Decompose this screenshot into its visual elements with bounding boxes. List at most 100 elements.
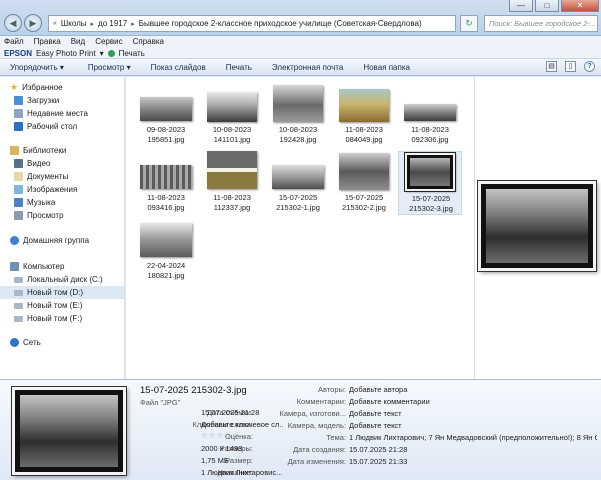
file-name-line: 093416.jpg bbox=[147, 203, 185, 212]
file-name-line: 15-07-2025 bbox=[278, 193, 318, 202]
detail-label: Комментарии: bbox=[296, 397, 346, 406]
nav-label: Просмотр bbox=[27, 211, 64, 220]
network-icon bbox=[10, 338, 19, 347]
command-bar: Упорядочить ▾ Просмотр ▾ Показ слайдов П… bbox=[0, 59, 601, 76]
nav-label: Изображения bbox=[27, 185, 78, 194]
file-item[interactable]: 11-08-2023 092306.jpg bbox=[398, 83, 462, 147]
file-item[interactable]: 11-08-2023 084049.jpg bbox=[332, 83, 396, 147]
comments-field[interactable]: Добавьте комментарии bbox=[349, 397, 459, 406]
menu-edit[interactable]: Правка bbox=[34, 36, 61, 48]
menu-view[interactable]: Вид bbox=[71, 36, 85, 48]
rating-stars[interactable]: ☆☆☆☆☆ bbox=[201, 431, 261, 440]
nav-music[interactable]: Музыка bbox=[0, 196, 124, 209]
maximize-button[interactable]: □ bbox=[535, 0, 559, 12]
file-item[interactable]: 22-04-2024 180821.jpg bbox=[134, 219, 198, 283]
file-item[interactable]: 15-07-2025 215302-1.jpg bbox=[266, 151, 330, 215]
easy-photo-print-button[interactable]: Easy Photo Print bbox=[36, 49, 96, 58]
print-button[interactable]: Печать bbox=[216, 59, 262, 76]
preview-pane bbox=[474, 77, 601, 379]
view-options-icon[interactable]: ▤ bbox=[546, 61, 557, 72]
help-icon[interactable]: ? bbox=[584, 61, 595, 72]
menu-file[interactable]: Файл bbox=[4, 36, 24, 48]
menu-tools[interactable]: Сервис bbox=[95, 36, 122, 48]
star-icon: ★ bbox=[10, 82, 19, 92]
nav-drive-f[interactable]: Новый том (F:) bbox=[0, 312, 124, 325]
file-name-line: 10-08-2023 bbox=[278, 125, 318, 134]
folder-chevron-icon[interactable]: « bbox=[53, 20, 57, 27]
nav-label: Новый том (F:) bbox=[27, 314, 83, 323]
subject-field[interactable]: 1 Людвик Лихтарович; 7 Ян Медвадовский (… bbox=[349, 433, 597, 442]
nav-drive-c[interactable]: Локальный диск (C:) bbox=[0, 273, 124, 286]
nav-favorites[interactable]: ★ Избранное bbox=[0, 81, 124, 94]
title-field[interactable]: 1 Людвик Лихтаровиc... bbox=[201, 468, 283, 477]
back-arrow-icon[interactable]: ◀ bbox=[4, 14, 22, 32]
recent-places-icon bbox=[14, 109, 23, 118]
file-name-line: 11-08-2023 bbox=[411, 125, 449, 134]
forward-arrow-icon[interactable]: ▶ bbox=[24, 14, 42, 32]
nav-drive-d[interactable]: Новый том (D:) bbox=[0, 286, 124, 299]
desktop-icon bbox=[14, 122, 23, 131]
minimize-button[interactable]: — bbox=[509, 0, 533, 12]
nav-libraries[interactable]: Библиотеки bbox=[0, 144, 124, 157]
breadcrumb-item[interactable]: Бывшее городское 2-классное приходское у… bbox=[139, 19, 422, 28]
search-input[interactable]: Поиск: Бывшее городское 2-... bbox=[484, 15, 598, 32]
file-item[interactable]: 11-08-2023 112337.jpg bbox=[200, 151, 264, 215]
file-name-line: 11-08-2023 bbox=[345, 125, 383, 134]
slideshow-button[interactable]: Показ слайдов bbox=[141, 59, 216, 76]
authors-field[interactable]: Добавьте автора bbox=[349, 385, 449, 394]
address-bar[interactable]: « Школы ▸ до 1917 ▸ Бывшее городское 2-к… bbox=[48, 15, 456, 32]
menu-help[interactable]: Справка bbox=[133, 36, 164, 48]
window-controls: — □ ✕ bbox=[509, 0, 599, 12]
chevron-right-icon[interactable]: ▸ bbox=[91, 20, 95, 28]
photo-thumbnail bbox=[339, 153, 389, 190]
organize-button[interactable]: Упорядочить ▾ bbox=[0, 59, 74, 76]
file-item[interactable]: 09-08-2023 195851.jpg bbox=[134, 83, 198, 147]
preview-image bbox=[477, 180, 597, 272]
preview-pane-icon[interactable]: ▯ bbox=[565, 61, 576, 72]
breadcrumb-item[interactable]: до 1917 bbox=[98, 19, 127, 28]
nav-downloads[interactable]: Загрузки bbox=[0, 94, 124, 107]
file-item[interactable]: 11-08-2023 093416.jpg bbox=[134, 151, 198, 215]
homegroup-icon bbox=[10, 236, 19, 245]
nav-view-library[interactable]: Просмотр bbox=[0, 209, 124, 222]
photo-thumbnail bbox=[273, 85, 323, 122]
detail-label: Камера, модель: bbox=[287, 421, 346, 430]
file-name-line: 11-08-2023 bbox=[147, 193, 185, 202]
nav-homegroup[interactable]: Домашняя группа bbox=[0, 234, 124, 247]
nav-label: Новый том (D:) bbox=[27, 288, 83, 297]
title-bar: — □ ✕ ◀ ▶ « Школы ▸ до 1917 ▸ Бывшее гор… bbox=[0, 0, 601, 36]
chevron-right-icon[interactable]: ▸ bbox=[131, 20, 135, 28]
details-file-type: Файл "JPG" bbox=[140, 398, 181, 407]
file-name-line: 15-07-2025 bbox=[411, 194, 451, 203]
close-button[interactable]: ✕ bbox=[561, 0, 599, 12]
preview-button[interactable]: Просмотр ▾ bbox=[74, 59, 141, 76]
nav-pictures[interactable]: Изображения bbox=[0, 183, 124, 196]
camera-model-field[interactable]: Добавьте текст bbox=[349, 421, 449, 430]
nav-desktop[interactable]: Рабочий стол bbox=[0, 120, 124, 133]
nav-documents[interactable]: Документы bbox=[0, 170, 124, 183]
nav-computer[interactable]: Компьютер bbox=[0, 260, 124, 273]
epson-print-button[interactable]: Печать bbox=[119, 49, 145, 58]
email-button[interactable]: Электронная почта bbox=[262, 59, 353, 76]
nav-recent-places[interactable]: Недавние места bbox=[0, 107, 124, 120]
file-name-line: 180821.jpg bbox=[147, 271, 185, 280]
file-item[interactable]: 15-07-2025 215302-2.jpg bbox=[332, 151, 396, 215]
detail-label: Авторы: bbox=[318, 385, 346, 394]
file-item[interactable]: 10-08-2023 192428.jpg bbox=[266, 83, 330, 147]
nav-label: Компьютер bbox=[23, 262, 65, 271]
file-item[interactable]: 10-08-2023 141101.jpg bbox=[200, 83, 264, 147]
refresh-icon[interactable]: ↻ bbox=[460, 15, 478, 32]
video-icon bbox=[14, 159, 23, 168]
nav-label: Домашняя группа bbox=[23, 236, 90, 245]
camera-maker-field[interactable]: Добавьте текст bbox=[349, 409, 449, 418]
nav-video[interactable]: Видео bbox=[0, 157, 124, 170]
file-item-selected[interactable]: 15-07-2025 215302-3.jpg bbox=[398, 151, 462, 215]
nav-drive-e[interactable]: Новый том (E:) bbox=[0, 299, 124, 312]
breadcrumb-item[interactable]: Школы bbox=[61, 19, 87, 28]
drive-icon bbox=[14, 276, 23, 283]
new-folder-button[interactable]: Новая папка bbox=[353, 59, 420, 76]
photo-thumbnail bbox=[140, 165, 192, 189]
dropdown-icon[interactable]: ▾ bbox=[100, 49, 104, 58]
nav-network[interactable]: Сеть bbox=[0, 336, 124, 349]
details-file-name: 15-07-2025 215302-3.jpg bbox=[140, 385, 247, 396]
